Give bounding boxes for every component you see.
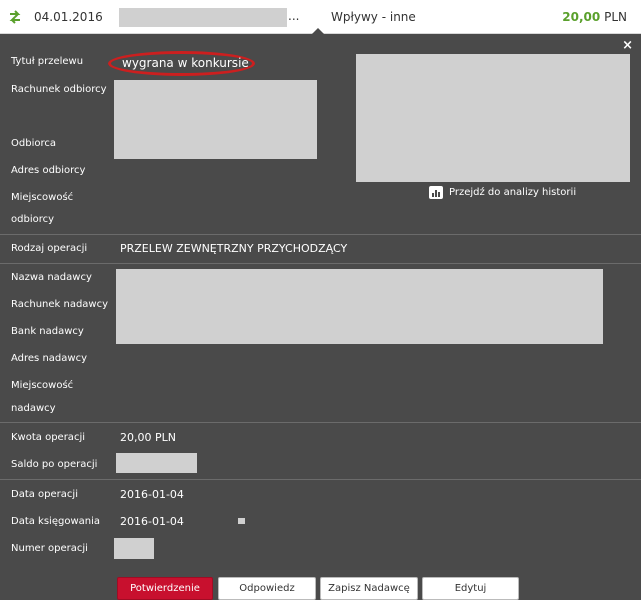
transaction-details-panel: × Tytuł przelewu wygrana w konkursie Rac… [0, 34, 641, 600]
sender-city-label-1: Miejscowość [11, 380, 74, 391]
redacted-balance [116, 453, 197, 473]
transaction-amount-value: 20,00 [562, 10, 601, 24]
posting-date-label: Data księgowania [11, 516, 101, 527]
bar-chart-icon [429, 186, 443, 199]
transaction-amount: 20,00 PLN [562, 10, 627, 24]
save-sender-button[interactable]: Zapisz Nadawcę [320, 577, 418, 600]
redacted-sender [116, 269, 603, 344]
title-value: wygrana w konkursie [122, 56, 249, 70]
recipient-city-label-1: Miejscowość [11, 192, 74, 203]
edit-button[interactable]: Edytuj [422, 577, 519, 600]
sender-account-label: Rachunek nadawcy [11, 299, 109, 310]
amount-label: Kwota operacji [11, 432, 85, 443]
description-ellipsis: ... [288, 9, 300, 23]
title-label: Tytuł przelewu [11, 56, 84, 67]
redacted-marker [238, 518, 245, 524]
history-analysis-link[interactable]: Przejdź do analizy historii [429, 186, 576, 199]
amount-value: 20,00 PLN [120, 431, 176, 444]
sender-bank-label: Bank nadawcy [11, 326, 84, 337]
operation-type-value: PRZELEW ZEWNĘTRZNY PRZYCHODZĄCY [120, 242, 348, 255]
incoming-transfer-icon [9, 10, 21, 24]
reply-button[interactable]: Odpowiedz [218, 577, 316, 600]
recipient-city-label-2: odbiorcy [11, 214, 55, 225]
separator [0, 479, 641, 480]
separator [0, 422, 641, 423]
sender-address-label: Adres nadawcy [11, 353, 87, 364]
close-icon[interactable]: × [622, 38, 633, 53]
balance-label: Saldo po operacji [11, 459, 98, 470]
redacted-operation-number [114, 538, 154, 559]
sender-city-label-2: nadawcy [11, 403, 56, 414]
separator [0, 234, 641, 235]
operation-date-label: Data operacji [11, 489, 78, 500]
transaction-amount-currency: PLN [604, 10, 627, 24]
recipient-address-label: Adres odbiorcy [11, 165, 86, 176]
redacted-description [119, 8, 287, 27]
operation-date-value: 2016-01-04 [120, 488, 184, 501]
transaction-date: 04.01.2016 [34, 10, 103, 24]
posting-date-value: 2016-01-04 [120, 515, 184, 528]
redacted-recipient [114, 80, 317, 159]
recipient-label: Odbiorca [11, 138, 56, 149]
recipient-account-label: Rachunek odbiorcy [11, 84, 107, 95]
operation-number-label: Numer operacji [11, 543, 88, 554]
sender-name-label: Nazwa nadawcy [11, 272, 92, 283]
separator [0, 263, 641, 264]
redacted-map-area [356, 54, 630, 182]
history-analysis-label: Przejdź do analizy historii [449, 187, 577, 198]
confirmation-button[interactable]: Potwierdzenie [117, 577, 213, 600]
operation-type-label: Rodzaj operacji [11, 243, 88, 254]
transaction-row[interactable]: 04.01.2016 ... Wpływy - inne 20,00 PLN [0, 0, 641, 34]
transaction-category: Wpływy - inne [331, 10, 416, 24]
